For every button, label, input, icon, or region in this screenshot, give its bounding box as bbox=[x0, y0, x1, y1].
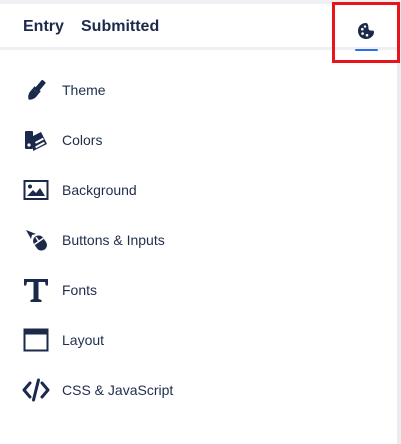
tab-entry[interactable]: Entry bbox=[23, 18, 64, 36]
panel-header: Entry Submitted bbox=[0, 4, 397, 51]
menu-item-label: Buttons & Inputs bbox=[62, 232, 165, 248]
style-palette-button[interactable] bbox=[352, 16, 380, 54]
code-icon bbox=[22, 377, 50, 403]
browser-window-icon bbox=[22, 327, 50, 353]
menu-item-background[interactable]: Background bbox=[0, 165, 397, 215]
text-t-icon bbox=[22, 277, 50, 303]
menu-item-label: Background bbox=[62, 182, 137, 198]
menu-item-fonts[interactable]: Fonts bbox=[0, 265, 397, 315]
image-icon bbox=[22, 177, 50, 203]
menu-item-css-javascript[interactable]: CSS & JavaScript bbox=[0, 365, 397, 415]
menu-item-theme[interactable]: Theme bbox=[0, 65, 397, 115]
menu-item-label: Fonts bbox=[62, 282, 98, 298]
style-menu: Theme Colors Background Buttons & Inputs… bbox=[0, 65, 397, 415]
tab-submitted[interactable]: Submitted bbox=[81, 18, 159, 36]
menu-item-colors[interactable]: Colors bbox=[0, 115, 397, 165]
style-panel: Entry Submitted Theme Colors Background … bbox=[0, 0, 397, 444]
menu-item-label: CSS & JavaScript bbox=[62, 382, 174, 398]
paintbrush-icon bbox=[22, 77, 50, 103]
menu-item-layout[interactable]: Layout bbox=[0, 315, 397, 365]
menu-item-buttons-inputs[interactable]: Buttons & Inputs bbox=[0, 215, 397, 265]
swatches-icon bbox=[22, 127, 50, 153]
mouse-icon bbox=[22, 227, 50, 253]
palette-icon bbox=[358, 23, 374, 39]
active-tab-indicator bbox=[355, 49, 378, 51]
menu-item-label: Theme bbox=[62, 82, 106, 98]
panel-scroll-edge bbox=[397, 0, 401, 444]
menu-item-label: Layout bbox=[62, 332, 105, 348]
menu-item-label: Colors bbox=[62, 132, 103, 148]
